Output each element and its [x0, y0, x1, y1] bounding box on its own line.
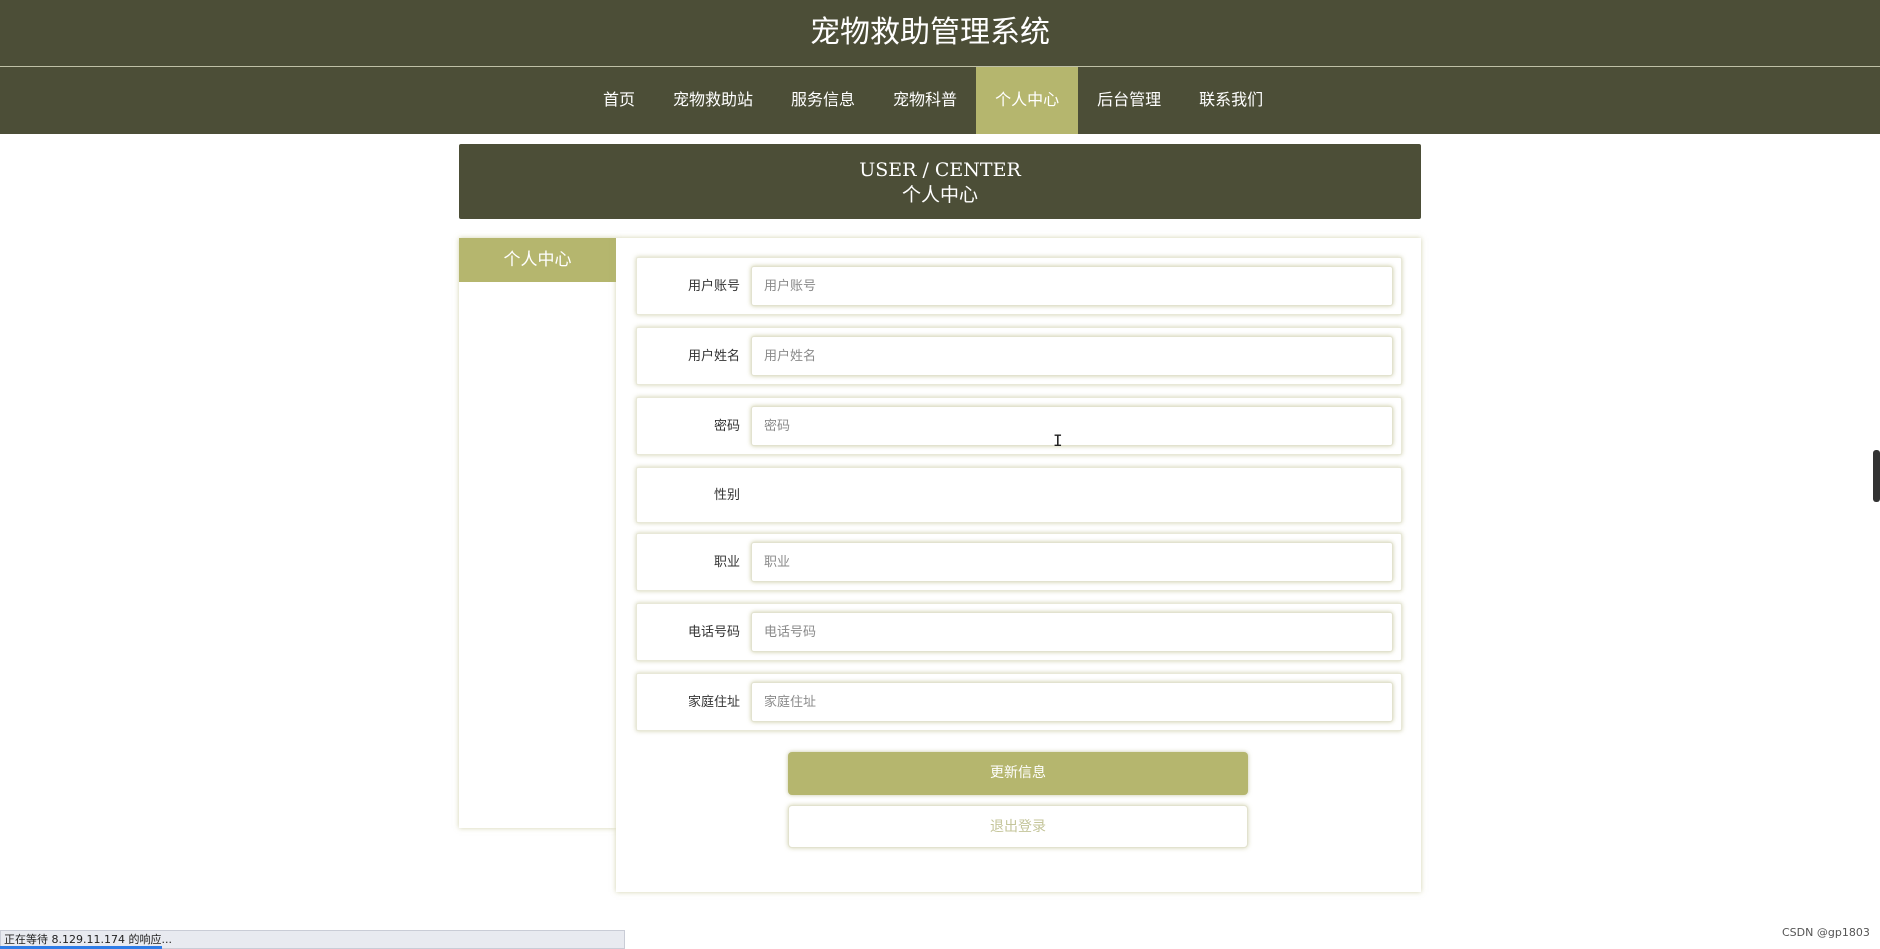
account-input[interactable] [751, 266, 1393, 306]
form-row-occupation: 职业 [636, 533, 1402, 591]
nav-item-user-center[interactable]: 个人中心 [976, 67, 1079, 134]
main-nav: 首页 宠物救助站 服务信息 宠物科普 个人中心 后台管理 联系我们 [0, 67, 1880, 134]
page-banner: USER / CENTER 个人中心 [459, 144, 1421, 219]
name-label: 用户姓名 [687, 349, 740, 364]
phone-input[interactable] [751, 612, 1393, 652]
text-cursor-icon: I [1053, 431, 1063, 450]
scrollbar-thumb[interactable] [1873, 450, 1880, 502]
form-row-password: 密码 [636, 397, 1402, 455]
name-input[interactable] [751, 336, 1393, 376]
account-label: 用户账号 [687, 279, 740, 294]
update-info-button[interactable]: 更新信息 [788, 752, 1248, 795]
sidebar: 个人中心 [459, 238, 616, 828]
site-title: 宠物救助管理系统 [810, 15, 1050, 50]
address-input[interactable] [751, 682, 1393, 722]
form-row-phone: 电话号码 [636, 603, 1402, 661]
phone-label: 电话号码 [687, 625, 740, 640]
site-header: 宠物救助管理系统 首页 宠物救助站 服务信息 宠物科普 个人中心 后台管理 联系… [0, 0, 1880, 134]
profile-form-panel: 用户账号 用户姓名 密码 性别 职业 电话号码 家庭住址 更新信息 退出登录 [616, 238, 1421, 892]
password-label: 密码 [713, 419, 740, 434]
nav-item-service-info[interactable]: 服务信息 [772, 67, 874, 134]
nav-item-rescue-station[interactable]: 宠物救助站 [654, 67, 772, 134]
form-row-gender: 性别 [636, 467, 1402, 523]
banner-title-cn: 个人中心 [901, 184, 978, 206]
occupation-input[interactable] [751, 542, 1393, 582]
form-row-name: 用户姓名 [636, 327, 1402, 385]
sidebar-title[interactable]: 个人中心 [459, 238, 616, 282]
logout-button[interactable]: 退出登录 [788, 805, 1248, 848]
password-input[interactable] [751, 406, 1393, 446]
nav-item-admin[interactable]: 后台管理 [1078, 67, 1180, 134]
occupation-label: 职业 [713, 555, 740, 570]
form-row-account: 用户账号 [636, 257, 1402, 315]
nav-item-pet-science[interactable]: 宠物科普 [874, 67, 976, 134]
banner-title-en: USER / CENTER [859, 159, 1021, 181]
address-label: 家庭住址 [687, 695, 740, 710]
nav-item-home[interactable]: 首页 [584, 67, 654, 134]
gender-label: 性别 [713, 488, 740, 503]
watermark: CSDN @gp1803 [1782, 926, 1870, 939]
form-row-address: 家庭住址 [636, 673, 1402, 731]
nav-item-contact[interactable]: 联系我们 [1180, 67, 1282, 134]
